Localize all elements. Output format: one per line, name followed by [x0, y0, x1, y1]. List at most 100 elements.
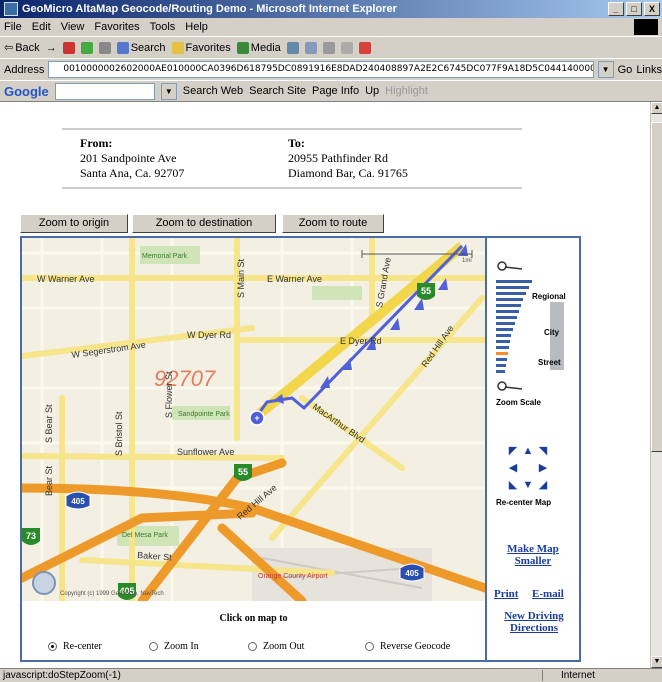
print-toolbar-button[interactable]: [322, 41, 335, 54]
highlight-button[interactable]: Highlight: [385, 85, 428, 97]
menu-edit[interactable]: Edit: [32, 21, 51, 33]
zoom-to-destination-button[interactable]: Zoom to destination: [132, 214, 276, 233]
zoom-level-12[interactable]: [496, 346, 509, 349]
radio-zoom-out-dot[interactable]: [248, 642, 257, 651]
close-button[interactable]: X: [644, 2, 660, 16]
map-separator: [485, 238, 487, 660]
pan-east-icon[interactable]: ▶: [536, 461, 550, 475]
google-logo[interactable]: Google: [4, 84, 49, 99]
media-icon: [236, 41, 249, 54]
maximize-button[interactable]: □: [626, 2, 642, 16]
address-dropdown-icon[interactable]: ▼: [597, 61, 614, 78]
go-button[interactable]: Go: [618, 64, 633, 76]
radio-recenter-dot[interactable]: [48, 642, 57, 651]
ie-icon: [4, 2, 18, 16]
refresh-button[interactable]: [80, 41, 93, 54]
edit-icon: [340, 41, 353, 54]
scroll-up-arrow-icon[interactable]: ▲: [651, 102, 662, 114]
search-web-button[interactable]: Search Web: [183, 85, 243, 97]
zoom-level-4[interactable]: [496, 298, 523, 301]
links-button[interactable]: Links: [636, 64, 662, 76]
windows-logo-icon: [634, 19, 658, 35]
home-button[interactable]: [98, 41, 111, 54]
label-w-dyer: W Dyer Rd: [187, 330, 231, 340]
new-driving-directions-link[interactable]: New Driving Directions: [496, 610, 572, 634]
zoom-level-14[interactable]: [496, 358, 507, 361]
pan-north-icon[interactable]: ▲: [521, 444, 535, 458]
map-image[interactable]: + 55 55 405 405 73 405 1mi Memorial Park…: [22, 238, 485, 601]
zoom-level-3[interactable]: [496, 292, 526, 295]
mail-button[interactable]: [304, 41, 317, 54]
radio-reverse-geocode-dot[interactable]: [365, 642, 374, 651]
print-link[interactable]: Print: [494, 588, 518, 600]
page-scrollbar[interactable]: ▲ ▼: [650, 102, 662, 668]
zoom-level-16[interactable]: [496, 370, 505, 373]
map-svg: + 55 55 405 405 73 405 1mi Memorial Park…: [22, 238, 485, 601]
shield-55-bottom: 55: [238, 467, 248, 477]
radio-zoom-in-dot[interactable]: [149, 642, 158, 651]
zoom-level-current[interactable]: [496, 352, 508, 355]
pan-west-icon[interactable]: ◀: [506, 461, 520, 475]
favorites-button[interactable]: Favorites: [171, 41, 231, 54]
radio-recenter[interactable]: Re-center: [48, 641, 102, 652]
zoom-level-5[interactable]: [496, 304, 521, 307]
pan-northeast-icon[interactable]: ◥: [536, 444, 550, 458]
pan-northwest-icon[interactable]: ◤: [506, 444, 520, 458]
zoom-to-origin-button[interactable]: Zoom to origin: [20, 214, 128, 233]
zoom-to-route-button[interactable]: Zoom to route: [282, 214, 384, 233]
zoom-level-7[interactable]: [496, 316, 517, 319]
address-input[interactable]: 0010000002602000AE010000CA0396D618795DC0…: [48, 61, 594, 78]
scroll-thumb[interactable]: [651, 122, 662, 452]
search-site-button[interactable]: Search Site: [249, 85, 306, 97]
edit-button[interactable]: [340, 41, 353, 54]
search-button[interactable]: Search: [116, 41, 166, 54]
zoom-level-15[interactable]: [496, 364, 506, 367]
google-dropdown-icon[interactable]: ▼: [160, 82, 177, 100]
up-button[interactable]: Up: [365, 85, 379, 97]
menu-file[interactable]: File: [4, 21, 22, 33]
messenger-button[interactable]: [358, 41, 371, 54]
zoom-level-11[interactable]: [496, 340, 510, 343]
label-sunflower: Sunflower Ave: [177, 447, 234, 457]
history-icon: [286, 41, 299, 54]
pan-southeast-icon[interactable]: ◢: [536, 478, 550, 492]
stop-button[interactable]: [62, 41, 75, 54]
page-info-button[interactable]: Page Info: [312, 85, 359, 97]
shield-405-right: 405: [405, 569, 419, 578]
media-button[interactable]: Media: [236, 41, 281, 54]
label-copyright: Copyright (c) 1999 GeoMicro, NavTech: [60, 591, 164, 597]
media-label: Media: [250, 41, 281, 54]
label-s-flower: S Flower St: [164, 371, 174, 418]
pan-southwest-icon[interactable]: ◣: [506, 478, 520, 492]
zoom-out-magnifier-icon[interactable]: [496, 380, 526, 394]
label-red-hill: Red Hill Ave: [419, 323, 455, 369]
minimize-button[interactable]: _: [608, 2, 624, 16]
menu-help[interactable]: Help: [185, 21, 208, 33]
zoom-level-10[interactable]: [496, 334, 511, 337]
zoom-level-2[interactable]: [496, 286, 529, 289]
label-del-mesa: Del Mesa Park: [122, 532, 168, 539]
menu-tools[interactable]: Tools: [150, 21, 176, 33]
zoom-level-9[interactable]: [496, 328, 513, 331]
menu-view[interactable]: View: [61, 21, 85, 33]
make-map-smaller-link[interactable]: Make Map Smaller: [498, 543, 568, 567]
email-link[interactable]: E-mail: [532, 588, 564, 600]
zoom-level-8[interactable]: [496, 322, 515, 325]
back-button[interactable]: ⇦ Back: [4, 41, 40, 55]
recenter-map-label: Re-center Map: [496, 498, 552, 507]
to-column: To: 20955 Pathfinder Rd Diamond Bar, Ca.…: [288, 136, 408, 181]
favorites-label: Favorites: [185, 41, 231, 54]
zoom-level-6[interactable]: [496, 310, 519, 313]
click-mode-panel: Click on map to Re-center Zoom In Zoom O…: [22, 601, 485, 660]
google-search-input[interactable]: [54, 82, 155, 100]
zoom-level-1[interactable]: [496, 280, 532, 283]
scroll-down-arrow-icon[interactable]: ▼: [651, 656, 662, 668]
history-button[interactable]: [286, 41, 299, 54]
forward-button[interactable]: →: [46, 42, 57, 54]
radio-reverse-geocode[interactable]: Reverse Geocode: [365, 641, 450, 652]
pan-south-icon[interactable]: ▼: [521, 478, 535, 492]
zoom-in-magnifier-icon[interactable]: [496, 260, 526, 274]
radio-zoom-in[interactable]: Zoom In: [149, 641, 199, 652]
radio-zoom-out[interactable]: Zoom Out: [248, 641, 304, 652]
menu-favorites[interactable]: Favorites: [94, 21, 139, 33]
